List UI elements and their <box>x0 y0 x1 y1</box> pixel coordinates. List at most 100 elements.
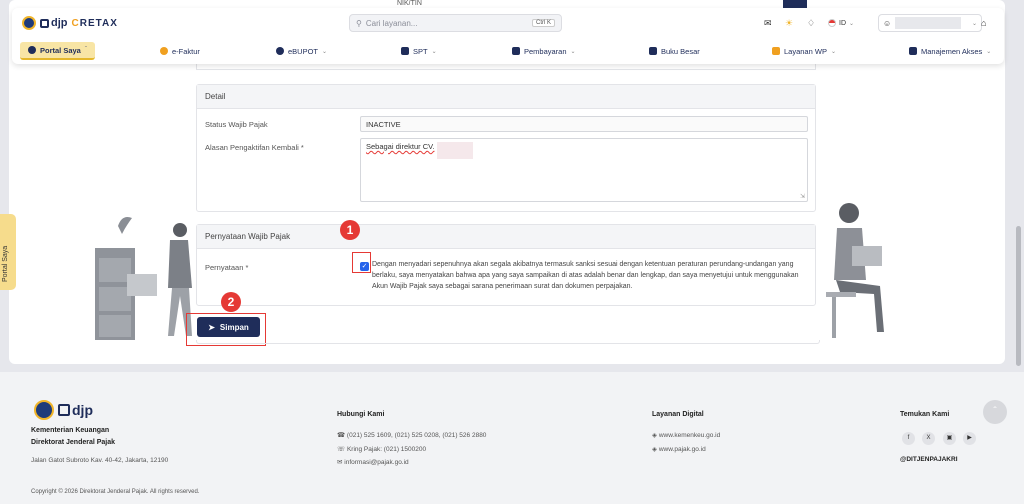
spt-icon <box>401 47 409 55</box>
coretax-letter: C <box>71 17 80 29</box>
page-scrollbar[interactable] <box>1016 226 1021 366</box>
chevron-up-icon: ˆ <box>993 406 997 417</box>
footer-social-title: Temukan Kami <box>900 411 950 418</box>
top-navigation: djp CRETAX ⚲ Cari layanan... Ctrl K ✉ ☀ … <box>12 8 1004 64</box>
simpan-label: Simpan <box>219 322 249 332</box>
alasan-pengaktifan-textarea[interactable]: Sebagai direktur CV. ⇲ <box>360 138 808 202</box>
search-input[interactable]: ⚲ Cari layanan... Ctrl K <box>349 14 562 32</box>
footer-org-line1: Kementerian Keuangan <box>31 427 110 434</box>
footer-email-text: informasi@pajak.go.id <box>344 459 409 466</box>
footer-digital-title: Layanan Digital <box>652 411 704 418</box>
annotation-marker-2: 2 <box>221 292 241 312</box>
kemenkeu-emblem-icon <box>22 16 36 30</box>
kemenkeu-emblem-icon <box>34 400 54 420</box>
indonesia-flag-icon <box>828 19 836 27</box>
scroll-to-top-button[interactable]: ˆ <box>983 400 1007 424</box>
send-icon: ➤ <box>208 322 215 332</box>
form-card-bottom-edge <box>196 340 820 344</box>
nav-portal-saya[interactable]: Portal Saya ˆ <box>20 42 95 60</box>
chevron-down-icon: ⌄ <box>322 48 328 55</box>
footer-email[interactable]: ✉ informasi@pajak.go.id <box>337 458 409 466</box>
footer-site-kemenkeu[interactable]: ◈ www.kemenkeu.go.id <box>652 431 720 439</box>
nav-label: SPT <box>413 46 428 56</box>
chevron-down-icon: ⌄ <box>849 20 855 27</box>
portal-tab-label: Portal Saya <box>2 245 9 282</box>
facebook-icon[interactable]: f <box>902 432 915 445</box>
search-icon: ⚲ <box>356 18 362 28</box>
nav-buku-besar[interactable]: Buku Besar <box>649 42 700 60</box>
ebupot-icon <box>276 47 284 55</box>
nav-label: e-Faktur <box>172 46 200 56</box>
chat-icon[interactable]: ✉ <box>764 18 772 29</box>
globe-icon: ◈ <box>652 446 657 453</box>
nav-ebupot[interactable]: eBUPOT ⌄ <box>276 42 327 60</box>
footer-phone[interactable]: ☎ (021) 525 1609, (021) 525 0208, (021) … <box>337 431 486 439</box>
user-name-redacted <box>895 17 962 29</box>
coretax-logo: CRETAX <box>72 18 118 29</box>
notification-bell-icon[interactable]: ♢ <box>807 18 815 29</box>
ledger-icon <box>649 47 657 55</box>
alasan-pengaktifan-value: Sebagai direktur CV. <box>366 142 435 151</box>
language-label: ID <box>839 19 846 27</box>
office-illustration-right <box>826 203 884 338</box>
chevron-down-icon: ⌄ <box>570 48 576 55</box>
alasan-pengaktifan-label: Alasan Pengaktifan Kembali * <box>205 143 304 152</box>
chevron-up-icon: ˆ <box>84 47 87 53</box>
services-icon <box>772 47 780 55</box>
nav-pembayaran[interactable]: Pembayaran ⌄ <box>512 42 576 60</box>
footer-logo: djp <box>34 400 93 420</box>
chevron-down-icon: ⌄ <box>830 48 836 55</box>
user-profile-dropdown[interactable]: ☺ ⌄ <box>878 14 982 32</box>
annotation-marker-1: 1 <box>340 220 360 240</box>
portal-icon <box>28 46 36 54</box>
search-placeholder: Cari layanan... <box>365 18 418 28</box>
user-icon: ☺ <box>883 18 892 28</box>
nav-label: eBUPOT <box>288 46 319 56</box>
footer-social-handle: @DITJENPAJAKRI <box>900 456 958 463</box>
footer-site2-text: www.pajak.go.id <box>658 446 706 453</box>
nav-label: Layanan WP <box>784 46 827 56</box>
nav-label: Portal Saya <box>40 45 81 55</box>
djp-text: djp <box>72 402 93 418</box>
pernyataan-text: Dengan menyadari sepenuhnya akan segala … <box>372 261 799 290</box>
main-menu: Portal Saya ˆ e-Faktur eBUPOT ⌄ SPT ⌄ Pe… <box>12 40 1004 60</box>
footer-org-line2: Direktorat Jenderal Pajak <box>31 439 116 446</box>
youtube-icon[interactable]: ▶ <box>963 432 976 445</box>
access-icon <box>909 47 917 55</box>
efaktur-icon <box>160 47 168 55</box>
header-logo[interactable]: djp CRETAX <box>22 16 118 30</box>
nav-label: Manajemen Akses <box>921 46 983 56</box>
footer-copyright: Copyright © 2026 Direktorat Jenderal Paj… <box>31 489 200 495</box>
nav-manajemen-akses[interactable]: Manajemen Akses ⌄ <box>909 42 991 60</box>
previous-section-edge <box>196 64 816 70</box>
nav-spt[interactable]: SPT ⌄ <box>401 42 437 60</box>
detail-section: Detail Status Wajib Pajak INACTIVE Alasa… <box>196 84 816 212</box>
nik-field-label: NIK/TIN <box>397 0 422 7</box>
nav-efaktur[interactable]: e-Faktur <box>160 42 200 60</box>
redacted-company-name <box>436 142 473 159</box>
pernyataan-label: Pernyataan * <box>205 263 249 272</box>
djp-logo: djp <box>40 17 68 29</box>
home-icon[interactable]: ⌂ <box>981 18 986 28</box>
simpan-button[interactable]: ➤ Simpan <box>197 317 260 337</box>
payment-icon <box>512 47 520 55</box>
search-shortcut-badge: Ctrl K <box>532 19 555 27</box>
footer-site1-text: www.kemenkeu.go.id <box>658 432 721 439</box>
portal-saya-side-tab[interactable]: Portal Saya <box>0 214 16 290</box>
nav-layanan-wp[interactable]: Layanan WP ⌄ <box>772 42 836 60</box>
footer-djp-logo: djp <box>58 402 93 418</box>
status-wajib-pajak-field: INACTIVE <box>360 116 808 132</box>
nav-label: Buku Besar <box>661 46 700 56</box>
footer-phone-text: (021) 525 1609, (021) 525 0208, (021) 52… <box>346 432 487 439</box>
field-action-buttons[interactable] <box>783 0 807 8</box>
footer-kring[interactable]: ☏ Kring Pajak: (021) 1500200 <box>337 445 426 453</box>
x-twitter-icon[interactable]: X <box>922 432 935 445</box>
footer-site-pajak[interactable]: ◈ www.pajak.go.id <box>652 445 706 453</box>
language-selector[interactable]: ID ⌄ <box>828 19 854 27</box>
headset-icon: ☏ <box>337 446 346 453</box>
chevron-down-icon: ⌄ <box>986 48 992 55</box>
globe-icon: ◈ <box>652 432 657 439</box>
theme-sun-icon[interactable]: ☀ <box>785 18 793 29</box>
textarea-resize-handle-icon[interactable]: ⇲ <box>800 193 805 200</box>
instagram-icon[interactable]: ▣ <box>943 432 956 445</box>
